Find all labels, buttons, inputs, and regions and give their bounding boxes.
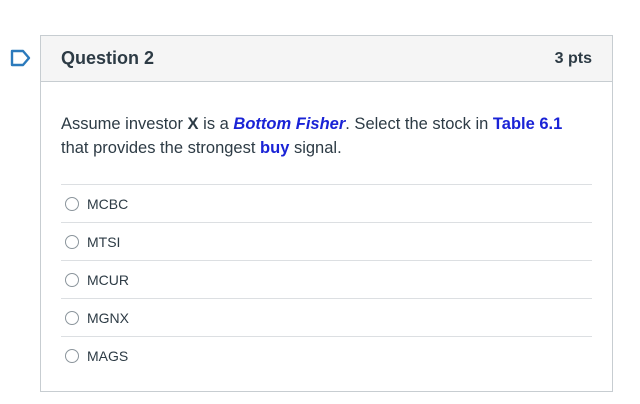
- question-header: Question 2 3 pts: [41, 36, 612, 82]
- answer-option[interactable]: MTSI: [61, 222, 592, 260]
- question-text-segment: is a: [198, 115, 234, 133]
- answer-option[interactable]: MAGS: [61, 336, 592, 374]
- radio-unchecked-icon[interactable]: [65, 348, 79, 363]
- table-reference: Table 6.1: [492, 115, 563, 133]
- radio-unchecked-icon[interactable]: [65, 272, 79, 287]
- answer-option[interactable]: MCBC: [61, 184, 592, 222]
- answer-label: MAGS: [87, 347, 129, 364]
- answer-label: MCBC: [87, 195, 129, 212]
- answer-label: MGNX: [87, 309, 129, 326]
- answer-option[interactable]: MGNX: [61, 298, 592, 336]
- question-text-segment: that provides the strongest: [61, 139, 261, 157]
- radio-unchecked-icon[interactable]: [65, 234, 79, 249]
- question-text-segment: Assume investor: [61, 115, 188, 133]
- strategy-name: Bottom Fisher: [233, 115, 346, 133]
- question-text: Assume investor X is a Bottom Fisher. Se…: [61, 112, 593, 160]
- signal-word: buy: [260, 139, 290, 157]
- question-body: Assume investor X is a Bottom Fisher. Se…: [41, 82, 612, 374]
- radio-unchecked-icon[interactable]: [65, 310, 79, 325]
- question-text-segment: signal.: [289, 139, 342, 157]
- question-text-segment: . Select the stock in: [345, 115, 493, 133]
- question-card: Question 2 3 pts Assume investor X is a …: [40, 35, 613, 392]
- answer-label: MCUR: [87, 271, 129, 288]
- investor-name: X: [187, 115, 199, 133]
- answer-option[interactable]: MCUR: [61, 260, 592, 298]
- question-points: 3 pts: [554, 49, 592, 67]
- answer-label: MTSI: [87, 233, 121, 250]
- question-title: Question 2: [61, 48, 155, 68]
- flag-question-icon[interactable]: [10, 49, 32, 67]
- radio-unchecked-icon[interactable]: [65, 196, 79, 211]
- answer-list: MCBC MTSI MCUR MGNX MAGS: [61, 184, 592, 374]
